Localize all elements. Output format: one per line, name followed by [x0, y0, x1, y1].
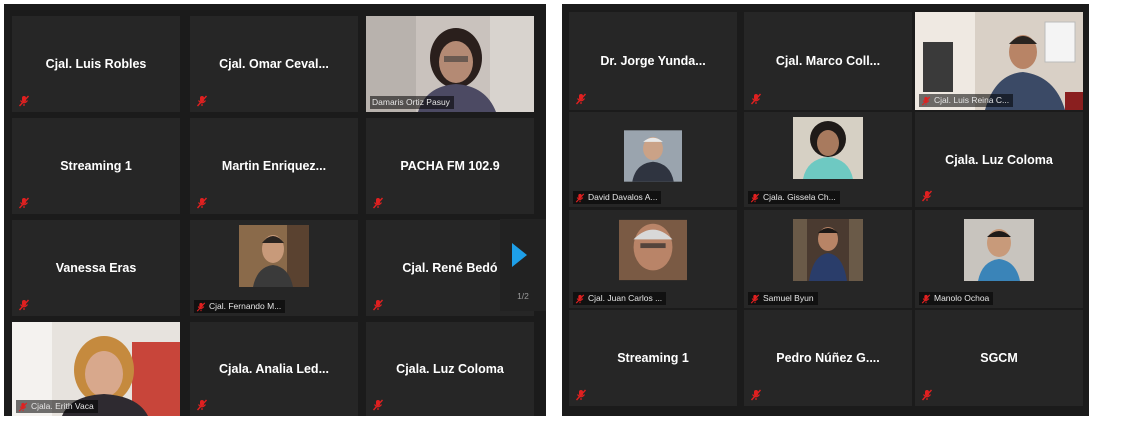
muted-microphone-icon	[575, 389, 587, 401]
participant-name: Streaming 1	[617, 351, 689, 365]
participant-name: Dr. Jorge Yunda...	[600, 54, 706, 68]
participant-tile[interactable]: Cjal. Marco Coll...	[744, 12, 912, 110]
participant-name: Cjala. Analia Led...	[219, 362, 329, 376]
muted-microphone-icon	[750, 294, 760, 304]
participant-photo-tile[interactable]: Manolo Ochoa	[915, 210, 1083, 308]
participant-photo-tile[interactable]: Cjala. Gissela Ch...	[744, 112, 912, 207]
participant-name: Vanessa Eras	[55, 261, 137, 275]
participant-label: Damaris Ortiz Pasuy	[370, 96, 454, 109]
muted-microphone-icon	[18, 95, 30, 107]
participant-tile[interactable]: SGCM	[915, 310, 1083, 406]
muted-microphone-icon	[921, 389, 933, 401]
muted-microphone-icon	[921, 96, 931, 106]
participant-tile[interactable]: PACHA FM 102.9	[366, 118, 534, 214]
participant-name: Streaming 1	[60, 159, 132, 173]
participant-name: David Davalos A...	[588, 192, 658, 202]
muted-microphone-icon	[196, 302, 206, 312]
muted-microphone-icon	[575, 93, 587, 105]
participant-label: David Davalos A...	[573, 191, 662, 204]
participant-label: Cjala. Gissela Ch...	[748, 191, 840, 204]
next-page-arrow-icon	[512, 243, 527, 267]
participant-name: Damaris Ortiz Pasuy	[372, 97, 450, 107]
participant-photo-tile[interactable]: Cjal. Juan Carlos ...	[569, 210, 737, 308]
participant-tile[interactable]: Martin Enriquez...	[190, 118, 358, 214]
muted-microphone-icon	[750, 389, 762, 401]
muted-microphone-icon	[750, 193, 760, 203]
muted-microphone-icon	[18, 299, 30, 311]
participant-name: Cjal. Luis Reina C...	[934, 95, 1010, 105]
participant-name: Cjal. Juan Carlos ...	[588, 293, 663, 303]
gallery-panel-left: Cjal. Luis Robles Cjal. Omar Ceval... Da…	[4, 4, 546, 416]
participant-photo-tile[interactable]: David Davalos A...	[569, 112, 737, 207]
participant-name: Cjal. Marco Coll...	[775, 54, 881, 68]
participant-video-tile[interactable]: Damaris Ortiz Pasuy	[366, 16, 534, 112]
participant-photo-tile[interactable]: Cjal. Fernando M...	[190, 220, 358, 316]
muted-microphone-icon	[196, 95, 208, 107]
participant-label: Cjal. Fernando M...	[194, 300, 286, 313]
participant-name: Cjal. Omar Ceval...	[219, 57, 329, 71]
participant-tile[interactable]: Dr. Jorge Yunda...	[569, 12, 737, 110]
gallery-panel-right: Dr. Jorge Yunda... Cjal. Marco Coll... C…	[562, 4, 1089, 416]
participant-tile[interactable]: Cjal. Omar Ceval...	[190, 16, 358, 112]
participant-name: Cjal. Fernando M...	[209, 301, 282, 311]
participant-tile[interactable]: Cjala. Luz Coloma	[366, 322, 534, 416]
participant-video-tile[interactable]: Cjal. Luis Reina C...	[915, 12, 1083, 110]
muted-microphone-icon	[750, 93, 762, 105]
participant-tile[interactable]: Cjal. Luis Robles	[12, 16, 180, 112]
participant-label: Manolo Ochoa	[919, 292, 994, 305]
participant-photo	[624, 130, 682, 182]
muted-microphone-icon	[921, 190, 933, 202]
muted-microphone-icon	[372, 197, 384, 209]
participant-label: Cjal. Luis Reina C...	[919, 94, 1014, 107]
participant-tile[interactable]: Cjala. Luz Coloma	[915, 112, 1083, 207]
participant-name: Cjala. Luz Coloma	[945, 152, 1053, 167]
muted-microphone-icon	[196, 197, 208, 209]
participant-name: Cjal. Luis Robles	[45, 57, 147, 71]
participant-tile[interactable]: Vanessa Eras	[12, 220, 180, 316]
participant-name: SGCM	[980, 351, 1018, 365]
muted-microphone-icon	[921, 294, 931, 304]
participant-name: Martin Enriquez...	[221, 159, 327, 173]
muted-microphone-icon	[18, 402, 28, 412]
participant-photo-tile[interactable]: Samuel Byun	[744, 210, 912, 308]
participant-name: Cjala. Erith Vaca	[31, 401, 94, 411]
muted-microphone-icon	[575, 193, 585, 203]
participant-name: Manolo Ochoa	[934, 293, 990, 303]
participant-photo	[964, 219, 1034, 281]
participant-name: PACHA FM 102.9	[400, 159, 500, 173]
muted-microphone-icon	[372, 399, 384, 411]
participant-photo	[619, 219, 687, 281]
participant-name: Cjala. Luz Coloma	[396, 362, 504, 376]
participant-photo	[239, 225, 309, 287]
muted-microphone-icon	[18, 197, 30, 209]
participant-tile[interactable]: Streaming 1	[12, 118, 180, 214]
participant-tile[interactable]: Pedro Núñez G....	[744, 310, 912, 406]
participant-video-tile[interactable]: Cjala. Erith Vaca	[12, 322, 180, 416]
participant-tile[interactable]: Cjala. Analia Led...	[190, 322, 358, 416]
page-indicator: 1/2	[517, 291, 529, 301]
muted-microphone-icon	[196, 399, 208, 411]
participant-tile[interactable]: Streaming 1	[569, 310, 737, 406]
participant-label: Samuel Byun	[748, 292, 818, 305]
participant-label: Cjal. Juan Carlos ...	[573, 292, 667, 305]
participant-label: Cjala. Erith Vaca	[16, 400, 98, 413]
muted-microphone-icon	[575, 294, 585, 304]
muted-microphone-icon	[372, 299, 384, 311]
participant-name: Cjala. Gissela Ch...	[763, 192, 836, 202]
participant-name: Samuel Byun	[763, 293, 814, 303]
next-page-button[interactable]: 1/2	[500, 219, 546, 311]
participant-photo	[793, 219, 863, 281]
participant-photo	[793, 117, 863, 179]
participant-name: Pedro Núñez G....	[776, 351, 880, 365]
